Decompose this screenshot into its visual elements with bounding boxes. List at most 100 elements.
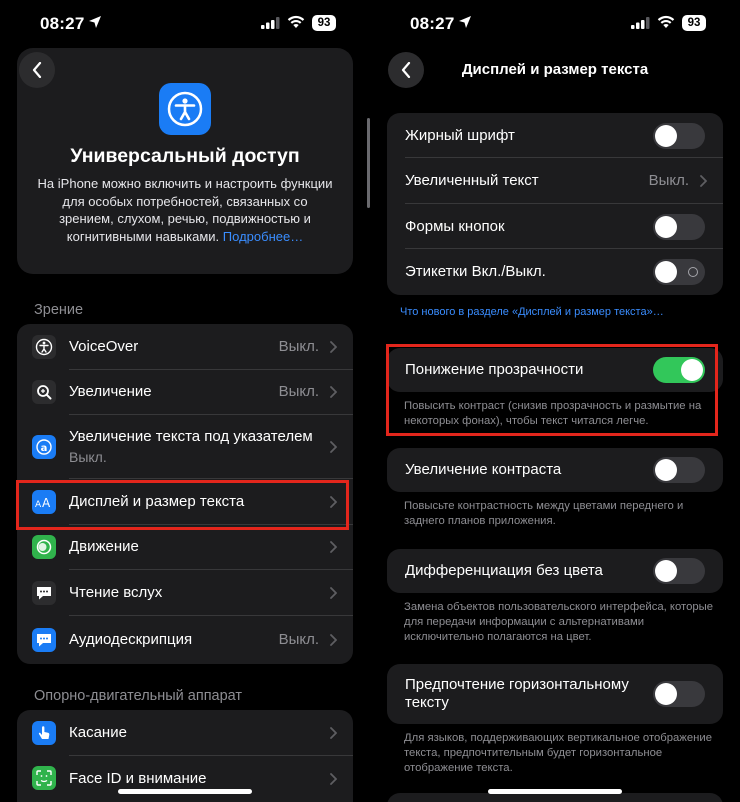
differentiate-toggle[interactable] <box>653 558 705 584</box>
list-item-face-id[interactable]: Face ID и внимание <box>17 756 353 802</box>
battery-indicator: 93 <box>312 15 336 31</box>
toggle-knob <box>655 560 677 582</box>
setting-label: Этикетки Вкл./Выкл. <box>405 263 546 280</box>
setting-button-shapes: Формы кнопок <box>387 204 723 249</box>
list-item-label: Увеличение <box>69 383 152 400</box>
cellular-signal-icon <box>631 17 650 29</box>
list-item-label: VoiceOver <box>69 338 139 355</box>
chevron-right-icon <box>330 541 337 553</box>
list-item-value: Выкл. <box>69 449 107 465</box>
bold-text-toggle[interactable] <box>653 123 705 149</box>
list-item-hover-text[interactable]: a Увеличение текста под указателем Выкл. <box>17 415 353 479</box>
setting-prefer-horizontal-text: Предпочтение горизонтальному тексту <box>387 664 723 724</box>
chevron-right-icon <box>330 341 337 353</box>
list-item-audio-descriptions[interactable]: Аудиодескрипция Выкл. <box>17 616 353 664</box>
toggle-knob <box>655 261 677 283</box>
setting-label: Формы кнопок <box>405 218 505 235</box>
increase-contrast-note: Повысьте контрастность между цветами пер… <box>404 500 684 527</box>
setting-label: Увеличение контраста <box>405 461 562 478</box>
button-shapes-toggle[interactable] <box>653 214 705 240</box>
home-indicator[interactable] <box>488 789 622 794</box>
setting-larger-text[interactable]: Увеличенный текст Выкл. <box>387 158 723 204</box>
setting-label: Увеличенный текст <box>405 172 539 189</box>
differentiate-group: Дифференциация без цвета <box>387 549 723 593</box>
section-header-vision: Зрение <box>34 302 84 318</box>
on-off-labels-toggle[interactable] <box>653 259 705 285</box>
status-time: 08:27 <box>40 14 85 33</box>
list-item-touch[interactable]: Касание <box>17 710 353 756</box>
status-time: 08:27 <box>410 14 455 33</box>
setting-on-off-labels: Этикетки Вкл./Выкл. <box>387 249 723 295</box>
accessibility-figure-icon <box>159 83 211 135</box>
highlight-box <box>386 344 718 436</box>
wifi-icon <box>657 15 675 28</box>
highlight-box <box>16 480 349 530</box>
toggle-knob <box>655 683 677 705</box>
horizontal-text-toggle[interactable] <box>653 681 705 707</box>
back-button[interactable] <box>19 52 55 88</box>
setting-value: Выкл. <box>648 172 689 189</box>
list-item-label: Движение <box>69 538 139 555</box>
voiceover-icon <box>32 335 56 359</box>
page-title: Универсальный доступ <box>70 145 300 167</box>
list-item-value: Выкл. <box>278 383 319 400</box>
status-bar: 08:27 93 <box>0 0 370 48</box>
chevron-right-icon <box>330 634 337 646</box>
chevron-right-icon <box>700 175 707 187</box>
location-arrow-icon <box>459 16 471 28</box>
battery-indicator: 93 <box>682 15 706 31</box>
svg-text:a: a <box>41 443 48 454</box>
chevron-right-icon <box>330 587 337 599</box>
wifi-icon <box>287 15 305 28</box>
toggle-knob <box>655 125 677 147</box>
differentiate-note: Замена объектов пользовательского интерф… <box>404 601 714 643</box>
list-item-label: Увеличение текста под указателем <box>69 428 313 445</box>
list-item-voiceover[interactable]: VoiceOver Выкл. <box>17 324 353 370</box>
next-settings-group <box>387 793 723 802</box>
hover-text-icon: a <box>32 435 56 459</box>
motion-icon <box>32 535 56 559</box>
section-header-motor: Опорно-двигательный аппарат <box>34 688 243 704</box>
accessibility-screen: 08:27 93 Универсальный доступ На iPhone … <box>0 0 370 802</box>
list-item-label: Аудиодескрипция <box>69 631 193 648</box>
horizontal-text-note: Для языков, поддерживающих вертикальное … <box>404 732 712 774</box>
setting-label: Жирный шрифт <box>405 127 515 144</box>
whats-new-link[interactable]: Что нового в разделе «Дисплей и размер т… <box>400 306 664 318</box>
list-item-label: Face ID и внимание <box>69 770 207 787</box>
increase-contrast-toggle[interactable] <box>653 457 705 483</box>
list-item-value: Выкл. <box>278 631 319 648</box>
toggle-knob <box>655 216 677 238</box>
toggle-knob <box>655 459 677 481</box>
page-description: На iPhone можно включить и настроить фун… <box>37 175 333 245</box>
speech-bubble-icon <box>32 581 56 605</box>
list-item-zoom[interactable]: Увеличение Выкл. <box>17 370 353 415</box>
home-indicator[interactable] <box>118 789 252 794</box>
off-label-circle-icon <box>688 267 698 277</box>
list-item-motion[interactable]: Движение <box>17 525 353 570</box>
setting-label: Предпочтение горизонтальному тексту <box>405 676 629 711</box>
setting-differentiate-without-color: Дифференциация без цвета <box>387 549 723 593</box>
text-options-group: Жирный шрифт Увеличенный текст Выкл. Фор… <box>387 113 723 295</box>
list-item-spoken-content[interactable]: Чтение вслух <box>17 570 353 616</box>
status-bar: 08:27 93 <box>370 0 740 48</box>
zoom-magnifier-icon <box>32 380 56 404</box>
location-arrow-icon <box>89 16 101 28</box>
accessibility-header-card: Универсальный доступ На iPhone можно вкл… <box>17 48 353 274</box>
cellular-signal-icon <box>261 17 280 29</box>
audio-description-icon <box>32 628 56 652</box>
chevron-right-icon <box>330 727 337 739</box>
chevron-right-icon <box>330 386 337 398</box>
setting-bold-text: Жирный шрифт <box>387 113 723 158</box>
setting-label: Дифференциация без цвета <box>405 562 603 579</box>
list-item-value: Выкл. <box>278 338 319 355</box>
hand-touch-icon <box>32 721 56 745</box>
setting-increase-contrast: Увеличение контраста <box>387 448 723 492</box>
nav-title: Дисплей и размер текста <box>461 61 649 78</box>
display-text-size-screen: 08:27 93 Дисплей и размер текста Жирный … <box>370 0 740 802</box>
chevron-left-icon <box>32 62 42 78</box>
face-id-icon <box>32 766 56 790</box>
list-item-label: Чтение вслух <box>69 584 163 601</box>
chevron-right-icon <box>330 773 337 785</box>
learn-more-link[interactable]: Подробнее… <box>223 229 303 244</box>
horizontal-text-group: Предпочтение горизонтальному тексту <box>387 664 723 724</box>
